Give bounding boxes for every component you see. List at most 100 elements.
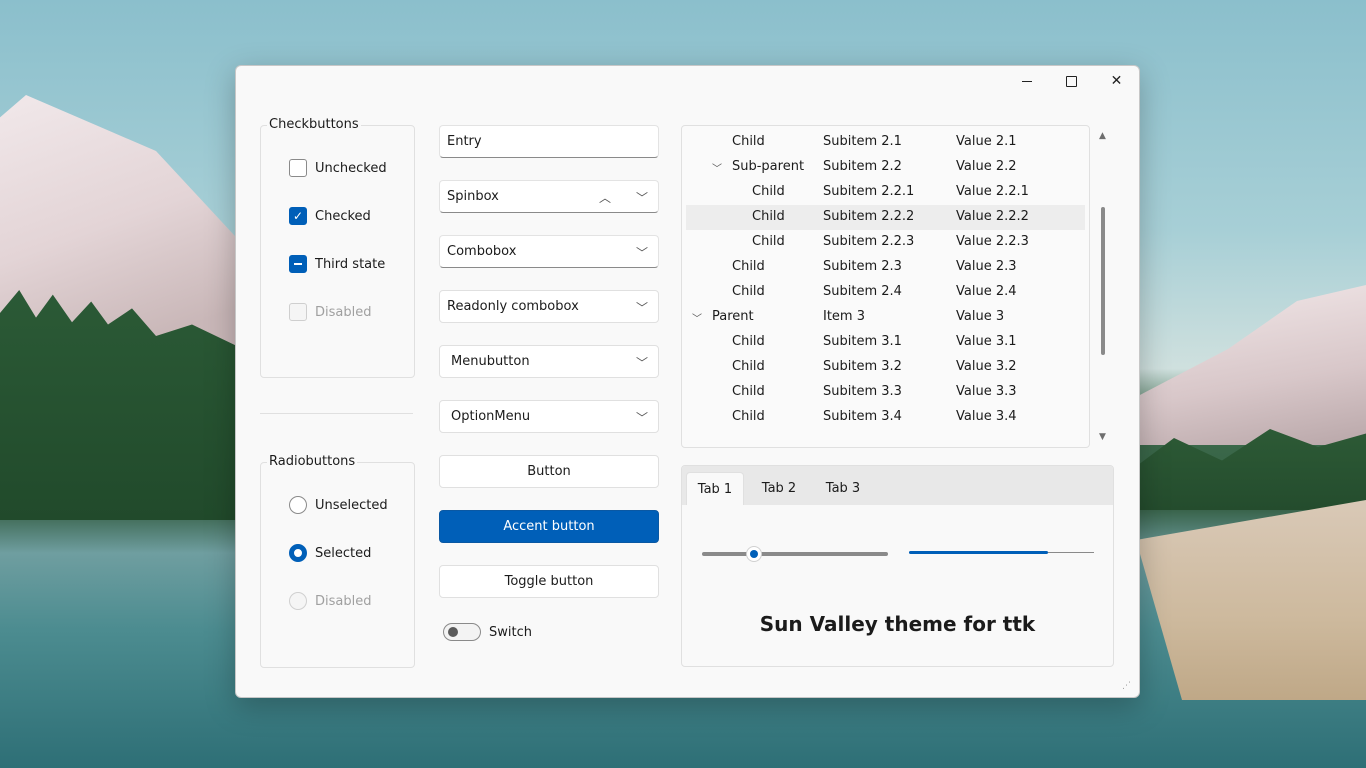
spinbox[interactable]: Spinbox ︿ ﹀ (439, 180, 659, 213)
tree-cell-subitem: Item 3 (823, 309, 865, 324)
checkbutton-unchecked[interactable]: Unchecked (289, 158, 387, 178)
tree-cell-subitem: Subitem 2.2.1 (823, 184, 915, 199)
indeterminate-icon[interactable] (289, 255, 307, 273)
scroll-down-icon[interactable]: ▼ (1099, 432, 1106, 442)
tree-row[interactable]: Child Subitem 2.2.2 Value 2.2.2 (686, 205, 1085, 230)
combobox[interactable]: Combobox ﹀ (439, 235, 659, 268)
combobox-value: Combobox (447, 244, 517, 259)
checkbuttons-title: Checkbuttons (267, 117, 361, 132)
tree-row[interactable]: Child Subitem 2.1 Value 2.1 (686, 130, 1085, 155)
tree-row[interactable]: Child Subitem 3.2 Value 3.2 (686, 355, 1085, 380)
tree-cell-value: Value 2.2.3 (956, 234, 1029, 249)
tab-label: Tab 3 (825, 481, 861, 496)
radio-selected-icon[interactable] (289, 544, 307, 562)
radiobutton-selected[interactable]: Selected (289, 543, 371, 563)
tree-row[interactable]: Child Subitem 2.2.3 Value 2.2.3 (686, 230, 1085, 255)
radiobuttons-title: Radiobuttons (267, 454, 358, 469)
tree-cell-name: Child (732, 384, 765, 399)
tree-row[interactable]: Child Subitem 2.4 Value 2.4 (686, 280, 1085, 305)
chevron-down-icon: ﹀ (635, 411, 648, 425)
scrollbar-thumb[interactable] (1101, 207, 1105, 355)
minimize-button[interactable] (1004, 66, 1049, 96)
tree-cell-value: Value 2.2 (956, 159, 1017, 174)
entry-value: Entry (447, 134, 482, 149)
tree-cell-value: Value 3.3 (956, 384, 1017, 399)
notebook: Tab 1 Tab 2 Tab 3 Sun Valley theme for t… (681, 465, 1114, 667)
tree-row[interactable]: Child Subitem 2.2.1 Value 2.2.1 (686, 180, 1085, 205)
background-shore (1136, 500, 1366, 700)
button-label: Button (527, 464, 571, 479)
tree-row[interactable]: ﹀ Parent Item 3 Value 3 (686, 305, 1085, 330)
radiobutton-disabled: Disabled (289, 591, 371, 611)
readonly-combobox-value: Readonly combobox (447, 299, 579, 314)
theme-label: Sun Valley theme for ttk (759, 612, 1036, 636)
tree-cell-subitem: Subitem 2.1 (823, 134, 902, 149)
checkmark-icon[interactable]: ✓ (289, 207, 307, 225)
tree-cell-name: Child (752, 184, 785, 199)
accent-button[interactable]: Accent button (439, 510, 659, 543)
expand-chevron-icon[interactable]: ﹀ (692, 310, 702, 325)
switch[interactable]: Switch (443, 623, 532, 641)
tree-cell-value: Value 2.3 (956, 259, 1017, 274)
tab-bar: Tab 1 Tab 2 Tab 3 (682, 466, 1113, 505)
scale-slider[interactable] (702, 546, 888, 562)
treeview[interactable]: Child Subitem 2.1 Value 2.1 ﹀ Sub-parent Subi… (681, 125, 1090, 448)
tab-label: Tab 1 (697, 481, 733, 497)
chevron-down-icon: ﹀ (635, 356, 648, 370)
tree-cell-name: Child (732, 409, 765, 424)
tree-row[interactable]: Child Subitem 3.4 Value 3.4 (686, 405, 1085, 430)
title-bar[interactable]: ✕ (236, 66, 1139, 96)
scroll-up-icon[interactable]: ▲ (1099, 131, 1106, 141)
readonly-combobox[interactable]: Readonly combobox ﹀ (439, 290, 659, 323)
radiobutton-label: Selected (315, 545, 372, 561)
close-button[interactable]: ✕ (1094, 66, 1139, 96)
progress-bar (909, 551, 1094, 554)
tree-cell-subitem: Subitem 2.2.2 (823, 209, 915, 224)
checkbutton-third-state[interactable]: Third state (289, 254, 385, 274)
switch-toggle[interactable] (443, 623, 481, 641)
minimize-icon (1021, 80, 1032, 82)
optionmenu[interactable]: OptionMenu ﹀ (439, 400, 659, 433)
tab-2[interactable]: Tab 2 (750, 472, 808, 505)
maximize-button[interactable] (1049, 66, 1094, 96)
tree-row[interactable]: ﹀ Sub-parent Subitem 2.2 Value 2.2 (686, 155, 1085, 180)
spinbox-value: Spinbox (447, 189, 499, 204)
menubutton[interactable]: Menubutton ﹀ (439, 345, 659, 378)
tree-cell-subitem: Subitem 3.2 (823, 359, 902, 374)
chevron-up-icon[interactable]: ︿ (599, 189, 611, 206)
slider-handle[interactable] (746, 546, 762, 562)
chevron-down-icon[interactable]: ﹀ (636, 244, 648, 261)
switch-label: Switch (489, 624, 532, 640)
radiobutton-unselected[interactable]: Unselected (289, 495, 388, 515)
expand-chevron-icon[interactable]: ﹀ (712, 160, 722, 175)
toggle-button[interactable]: Toggle button (439, 565, 659, 598)
chevron-down-icon[interactable]: ﹀ (636, 189, 648, 206)
tree-cell-subitem: Subitem 2.3 (823, 259, 902, 274)
tree-cell-name: Child (752, 209, 785, 224)
menubutton-label: Menubutton (451, 354, 530, 369)
button[interactable]: Button (439, 455, 659, 488)
checkbutton-disabled: Disabled (289, 302, 371, 322)
close-icon: ✕ (1110, 73, 1123, 89)
optionmenu-label: OptionMenu (451, 409, 531, 424)
checkbutton-checked[interactable]: ✓ Checked (289, 206, 371, 226)
treeview-scrollbar[interactable]: ▲ ▼ (1097, 127, 1109, 445)
tree-cell-value: Value 2.1 (956, 134, 1017, 149)
entry-field[interactable]: Entry (439, 125, 659, 158)
checkbutton-label: Third state (315, 256, 386, 272)
checkbox-icon[interactable] (289, 159, 307, 177)
radiobuttons-group: Radiobuttons Unselected Selected Disable… (260, 454, 415, 668)
tree-cell-value: Value 3.2 (956, 359, 1017, 374)
radiobutton-label: Unselected (315, 497, 388, 513)
tree-row[interactable]: Child Subitem 3.1 Value 3.1 (686, 330, 1085, 355)
tree-cell-value: Value 3 (956, 309, 1005, 324)
tab-3[interactable]: Tab 3 (814, 472, 872, 505)
tree-row[interactable]: Child Subitem 3.3 Value 3.3 (686, 380, 1085, 405)
tab-1[interactable]: Tab 1 (686, 472, 744, 505)
tree-cell-name: Child (732, 284, 765, 299)
switch-knob (448, 627, 458, 637)
size-grip-icon[interactable]: ⋰ (1122, 681, 1131, 691)
radio-icon[interactable] (289, 496, 307, 514)
accent-button-label: Accent button (503, 519, 595, 534)
tree-row[interactable]: Child Subitem 2.3 Value 2.3 (686, 255, 1085, 280)
